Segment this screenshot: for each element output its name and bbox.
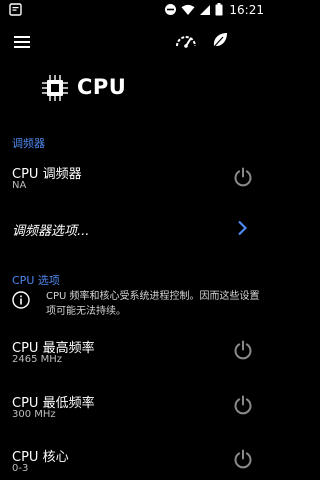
cpu-cores-row[interactable]: CPU 核心 0-3 xyxy=(0,441,270,480)
info-icon xyxy=(12,291,30,313)
hamburger-menu-icon xyxy=(14,33,30,52)
cpu-max-freq-row[interactable]: CPU 最高频率 2465 MHz xyxy=(0,332,270,372)
status-bar: 16:21 xyxy=(0,0,270,20)
section-header-cpu-options: CPU 选项 xyxy=(12,274,60,287)
navigation-menu-button[interactable] xyxy=(2,20,42,64)
power-icon xyxy=(234,395,252,415)
speedometer-icon xyxy=(175,32,197,52)
governor-options-row[interactable]: 调频器选项... xyxy=(0,214,270,244)
battery-icon xyxy=(215,1,223,20)
chevron-right-icon xyxy=(237,220,248,240)
notice-text: CPU 频率和核心受系统进程控制。因而这些设置项可能无法持续。 xyxy=(46,291,260,317)
toolbar xyxy=(0,20,270,64)
section-header-governor: 调频器 xyxy=(12,137,45,150)
cpu-min-freq-value: 300 MHz xyxy=(12,409,56,420)
cpu-min-freq-toggle[interactable] xyxy=(232,394,254,416)
cpu-governor-value: NA xyxy=(12,180,27,191)
cpu-chip-icon xyxy=(41,74,69,106)
battery-saver-button[interactable] xyxy=(200,20,240,64)
app-notification-icon xyxy=(9,1,22,20)
system-control-notice: CPU 频率和核心受系统进程控制。因而这些设置项可能无法持续。 xyxy=(12,287,262,321)
cpu-cores-toggle[interactable] xyxy=(232,448,254,470)
cpu-max-freq-toggle[interactable] xyxy=(232,339,254,361)
cpu-governor-toggle[interactable] xyxy=(232,166,254,188)
page-title: CPU xyxy=(77,75,127,99)
power-icon xyxy=(234,340,252,360)
governor-options-title: 调频器选项... xyxy=(12,224,90,239)
do-not-disturb-icon xyxy=(164,1,177,20)
power-icon xyxy=(234,167,252,187)
cpu-min-freq-row[interactable]: CPU 最低频率 300 MHz xyxy=(0,387,270,427)
cpu-governor-row[interactable]: CPU 调频器 NA xyxy=(0,158,270,198)
power-icon xyxy=(234,449,252,469)
wifi-icon xyxy=(181,1,195,20)
cellular-signal-icon xyxy=(199,1,211,20)
status-clock: 16:21 xyxy=(229,3,264,17)
leaf-icon xyxy=(211,31,229,53)
cpu-header: CPU xyxy=(0,64,270,112)
cpu-max-freq-value: 2465 MHz xyxy=(12,354,63,365)
cpu-cores-value: 0-3 xyxy=(12,463,29,474)
